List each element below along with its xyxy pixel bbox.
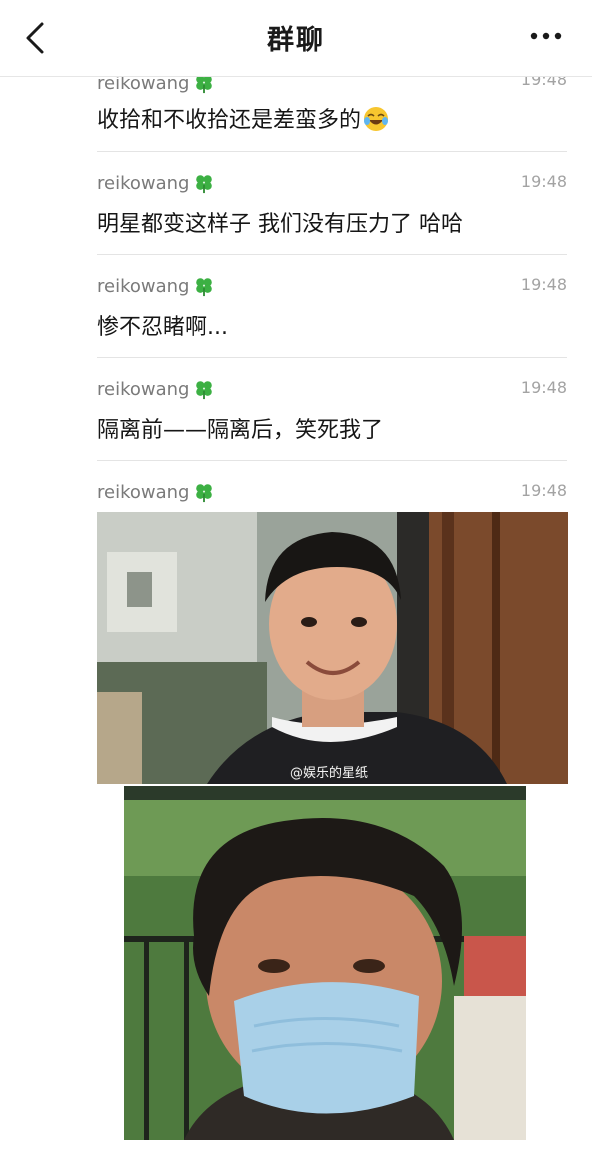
image-watermark: @娱乐的星纸 [290, 766, 369, 781]
message-item[interactable]: reikowang 19:48 [97, 461, 567, 511]
clover-icon [196, 484, 213, 503]
message-sender[interactable]: reikowang [97, 481, 215, 503]
portrait-photo [97, 512, 568, 784]
message-text: 隔离前——隔离后，笑死我了 [97, 418, 384, 443]
sender-name: reikowang [97, 275, 190, 297]
message-item[interactable]: reikowang 19:48 收拾和不收拾还是差蛮多的 [97, 70, 567, 152]
message-image-before[interactable] [97, 512, 568, 784]
more-dots-icon[interactable] [528, 26, 564, 46]
message-text-content: 收拾和不收拾还是差蛮多的 [97, 108, 362, 133]
sender-name: reikowang [97, 172, 190, 194]
message-text: 明星都变这样子 我们没有压力了 哈哈 [97, 212, 463, 237]
message-sender[interactable]: reikowang [97, 378, 215, 400]
sender-name: reikowang [97, 378, 190, 400]
message-item[interactable]: reikowang 19:48 惨不忍睹啊... [97, 255, 567, 358]
message-item[interactable]: reikowang 19:48 隔离前——隔离后，笑死我了 [97, 358, 567, 461]
chat-feed[interactable]: reikowang 19:48 收拾和不收拾还是差蛮多的 reikowang 1… [0, 0, 592, 1150]
page-title: 群聊 [267, 25, 325, 56]
clover-icon [196, 278, 213, 297]
clover-icon [196, 381, 213, 400]
sender-name: reikowang [97, 481, 190, 503]
top-navigation-bar: 群聊 [0, 0, 592, 77]
message-sender[interactable]: reikowang [97, 275, 215, 297]
message-item[interactable]: reikowang 19:48 明星都变这样子 我们没有压力了 哈哈 [97, 152, 567, 255]
message-time: 19:48 [520, 172, 567, 191]
laughing-crying-emoji-icon [364, 107, 389, 131]
message-text: 惨不忍睹啊... [97, 315, 228, 340]
portrait-photo-masked [124, 786, 526, 1140]
message-time: 19:48 [520, 275, 567, 294]
message-sender[interactable]: reikowang [97, 172, 215, 194]
clover-icon [196, 175, 213, 194]
message-time: 19:48 [520, 378, 567, 397]
message-image-after[interactable] [124, 786, 526, 1140]
message-text: 收拾和不收拾还是差蛮多的 [97, 102, 389, 134]
message-time: 19:48 [520, 481, 567, 500]
